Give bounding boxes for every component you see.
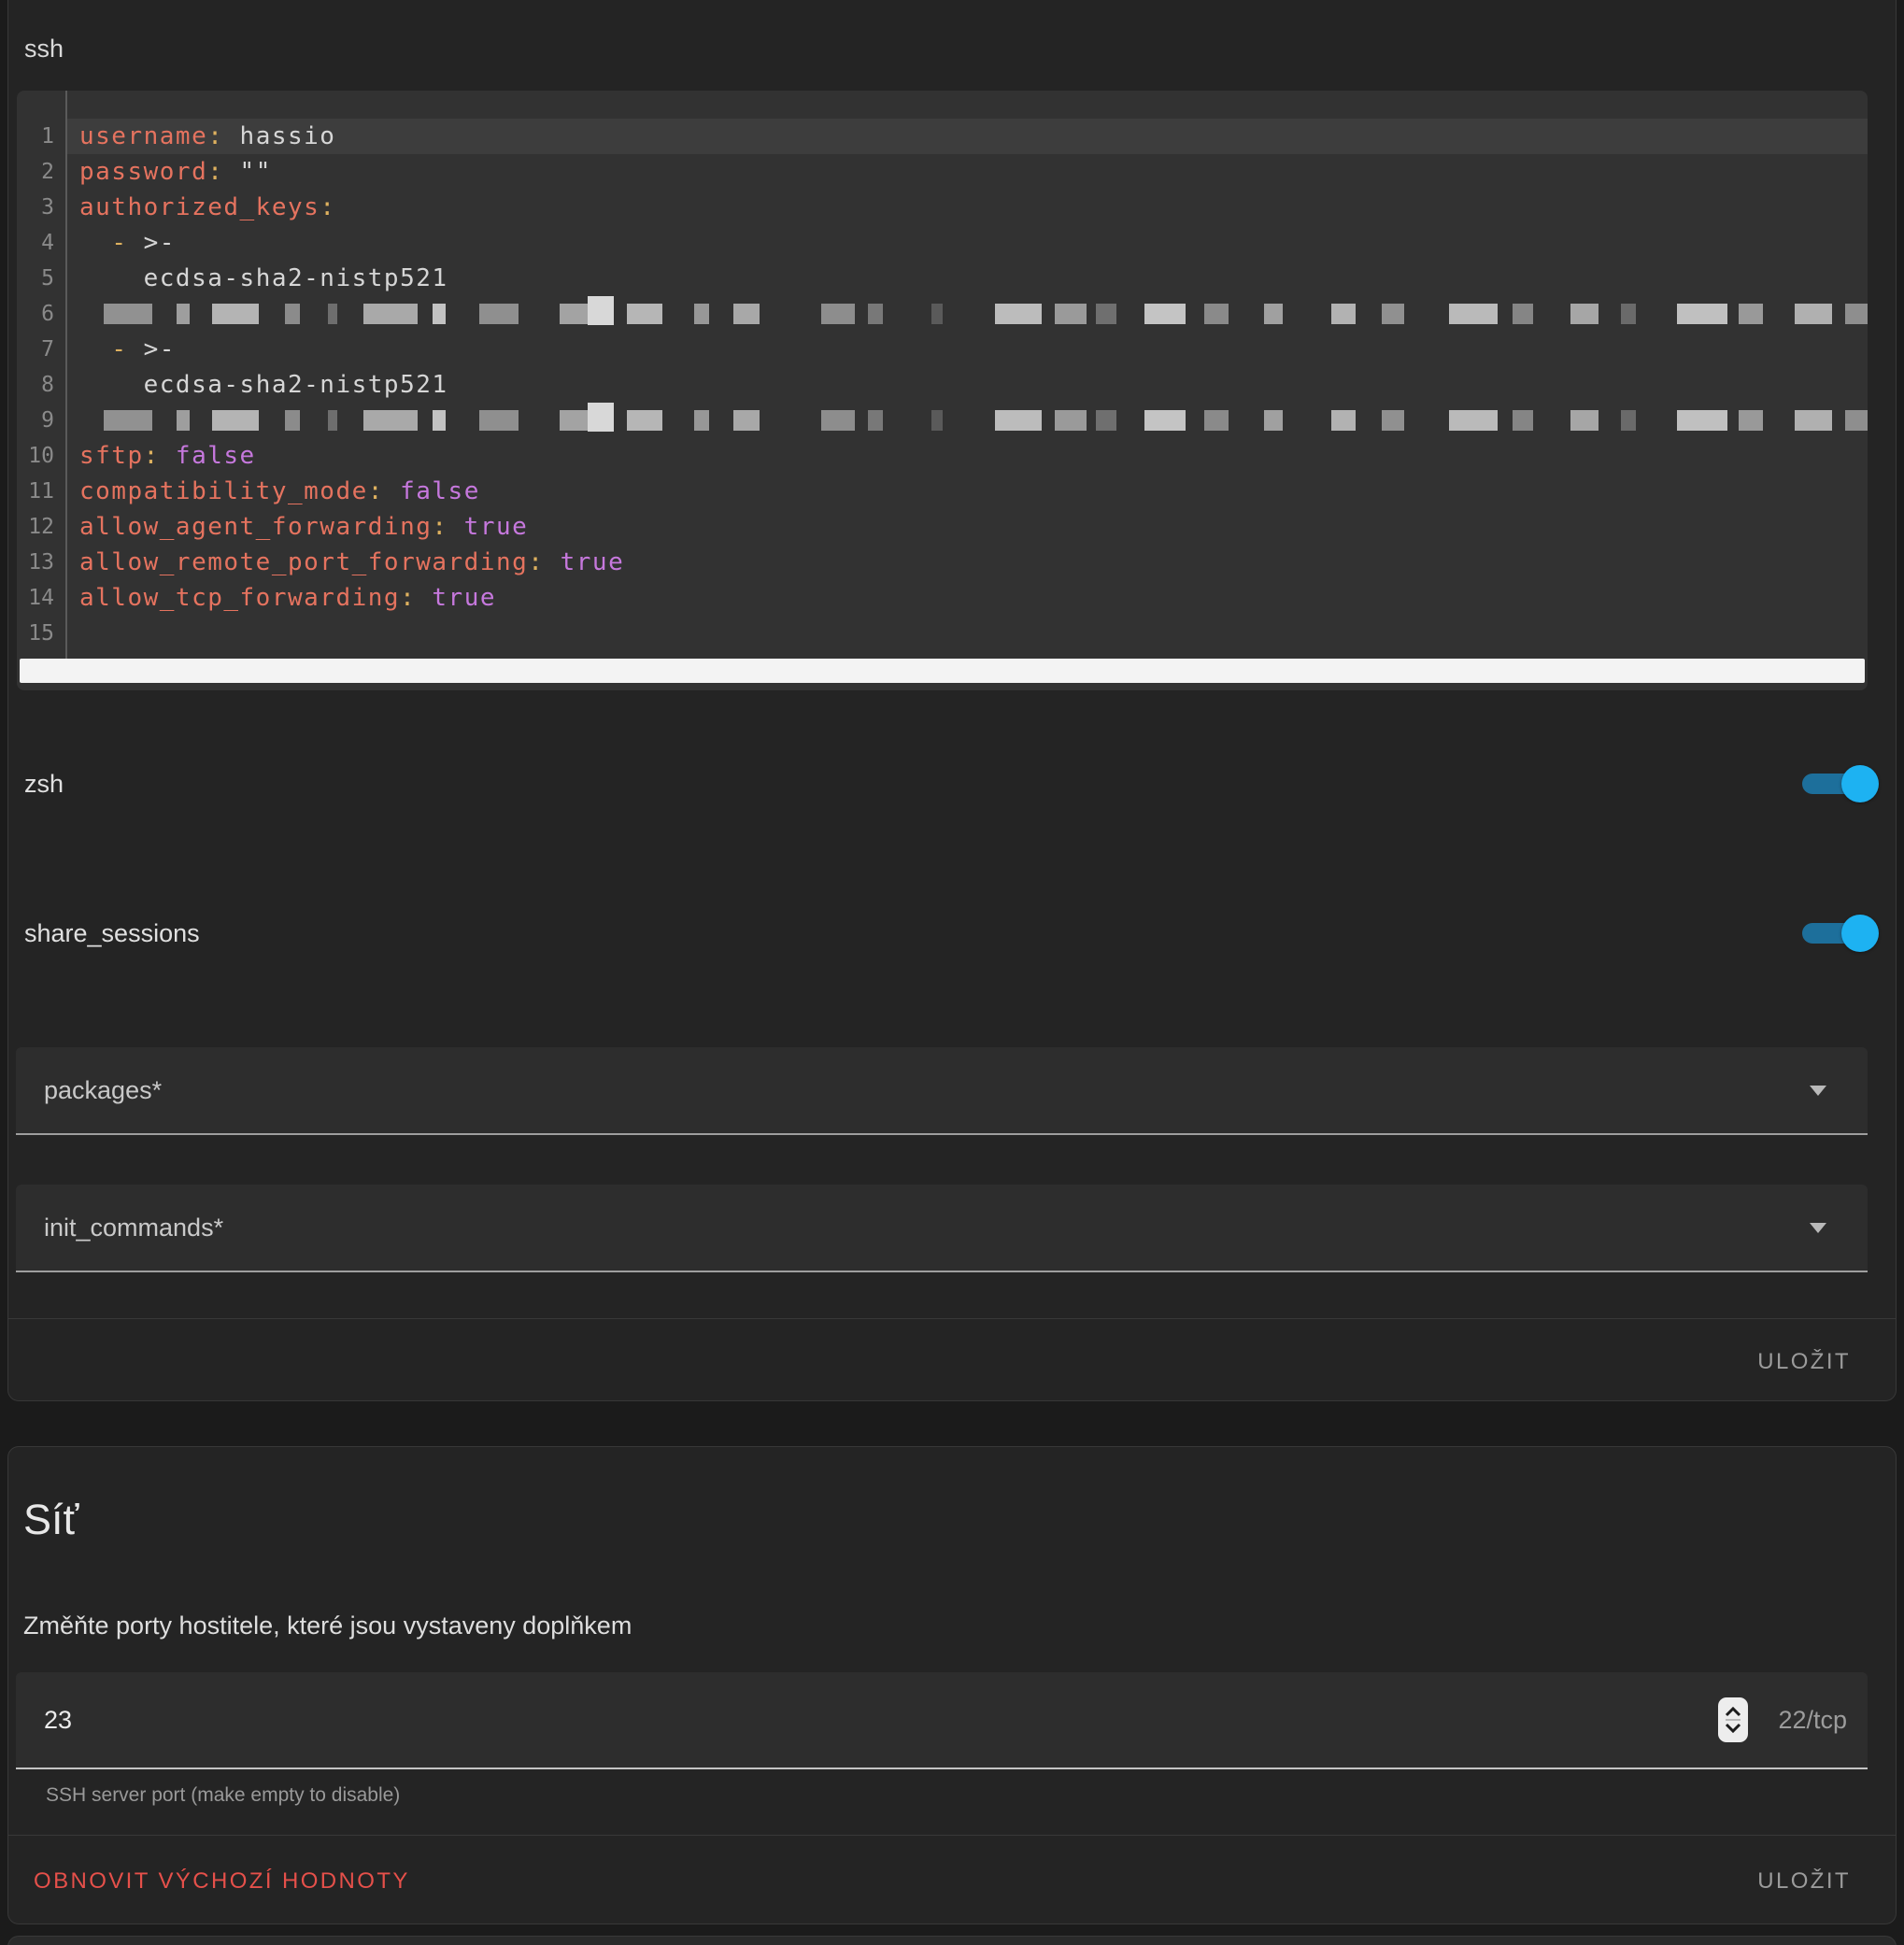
packages-select-label: packages* bbox=[44, 1047, 162, 1133]
line-number: 11 bbox=[17, 474, 65, 509]
zsh-toggle[interactable] bbox=[1802, 761, 1879, 806]
code-line-15 bbox=[67, 616, 1868, 651]
next-card-top-edge bbox=[7, 1936, 1897, 1945]
code-line-11: compatibility_mode: false bbox=[67, 474, 1868, 509]
code-line-4: - >- bbox=[67, 225, 1868, 261]
stepper-up-icon[interactable] bbox=[1724, 1707, 1742, 1717]
code-line-5: ecdsa-sha2-nistp521 bbox=[67, 261, 1868, 296]
editor-horizontal-scrollbar[interactable] bbox=[17, 659, 1868, 690]
code-line-2: password: "" bbox=[67, 154, 1868, 190]
line-number: 7 bbox=[17, 332, 65, 367]
code-line-1: username: hassio bbox=[67, 119, 1868, 154]
line-number: 8 bbox=[17, 367, 65, 403]
dropdown-caret-icon bbox=[1810, 1223, 1826, 1233]
toggle-thumb bbox=[1841, 915, 1879, 952]
port-helper-text: SSH server port (make empty to disable) bbox=[46, 1785, 400, 1806]
code-line-12: allow_agent_forwarding: true bbox=[67, 509, 1868, 545]
code-line-8: ecdsa-sha2-nistp521 bbox=[67, 367, 1868, 403]
dropdown-caret-icon bbox=[1810, 1086, 1826, 1096]
init-commands-select-label: init_commands* bbox=[44, 1185, 223, 1271]
line-number: 15 bbox=[17, 616, 65, 651]
share-sessions-toggle-label: share_sessions bbox=[24, 920, 200, 946]
init-commands-select[interactable]: init_commands* bbox=[16, 1185, 1868, 1272]
number-stepper[interactable] bbox=[1718, 1697, 1748, 1742]
line-number: 4 bbox=[17, 225, 65, 261]
line-number: 10 bbox=[17, 438, 65, 474]
share-sessions-toggle[interactable] bbox=[1802, 911, 1879, 956]
line-number: 13 bbox=[17, 545, 65, 580]
ssh-port-input[interactable]: 23 22/tcp bbox=[16, 1672, 1868, 1769]
save-config-button[interactable]: ULOŽIT bbox=[1757, 1343, 1851, 1381]
line-number: 9 bbox=[17, 403, 65, 438]
editor-code-area[interactable]: 123456789101112131415 username: hassiopa… bbox=[17, 91, 1868, 659]
code-line-7: - >- bbox=[67, 332, 1868, 367]
line-number: 1 bbox=[17, 119, 65, 154]
line-number: 3 bbox=[17, 190, 65, 225]
code-line-13: allow_remote_port_forwarding: true bbox=[67, 545, 1868, 580]
line-number-gutter: 123456789101112131415 bbox=[17, 91, 67, 659]
card-actions-divider bbox=[8, 1318, 1896, 1319]
code-line-10: sftp: false bbox=[67, 438, 1868, 474]
card-actions-divider bbox=[8, 1835, 1896, 1836]
toggle-thumb bbox=[1841, 765, 1879, 802]
reset-defaults-button[interactable]: OBNOVIT VÝCHOZÍ HODNOTY bbox=[34, 1863, 410, 1900]
network-section-description: Změňte porty hostitele, které jsou vysta… bbox=[23, 1611, 632, 1640]
stepper-seam bbox=[1726, 1719, 1741, 1721]
network-section-title: Síť bbox=[23, 1497, 78, 1543]
line-number: 14 bbox=[17, 580, 65, 616]
code-line-9 bbox=[67, 403, 1868, 438]
line-number: 5 bbox=[17, 261, 65, 296]
code-line-14: allow_tcp_forwarding: true bbox=[67, 580, 1868, 616]
code-line-3: authorized_keys: bbox=[67, 190, 1868, 225]
port-value[interactable]: 23 bbox=[44, 1672, 72, 1768]
code-content[interactable]: username: hassiopassword: ""authorized_k… bbox=[67, 91, 1868, 659]
stepper-down-icon[interactable] bbox=[1724, 1723, 1742, 1733]
ssh-field-label: ssh bbox=[24, 35, 64, 64]
network-card: Síť Změňte porty hostitele, které jsou v… bbox=[7, 1446, 1897, 1924]
code-line-6 bbox=[67, 296, 1868, 332]
packages-select[interactable]: packages* bbox=[16, 1047, 1868, 1135]
redacted-key-blur bbox=[104, 403, 1868, 438]
yaml-editor[interactable]: 123456789101112131415 username: hassiopa… bbox=[17, 91, 1868, 690]
zsh-toggle-label: zsh bbox=[24, 771, 64, 797]
configuration-card: ssh 123456789101112131415 username: hass… bbox=[7, 0, 1897, 1401]
addon-config-page: ssh 123456789101112131415 username: hass… bbox=[0, 0, 1904, 1945]
line-number: 12 bbox=[17, 509, 65, 545]
line-number: 6 bbox=[17, 296, 65, 332]
container-port-label: 22/tcp bbox=[1778, 1672, 1847, 1768]
redacted-key-blur bbox=[104, 296, 1868, 332]
save-network-button[interactable]: ULOŽIT bbox=[1757, 1863, 1851, 1900]
scrollbar-thumb[interactable] bbox=[20, 659, 1865, 683]
line-number: 2 bbox=[17, 154, 65, 190]
